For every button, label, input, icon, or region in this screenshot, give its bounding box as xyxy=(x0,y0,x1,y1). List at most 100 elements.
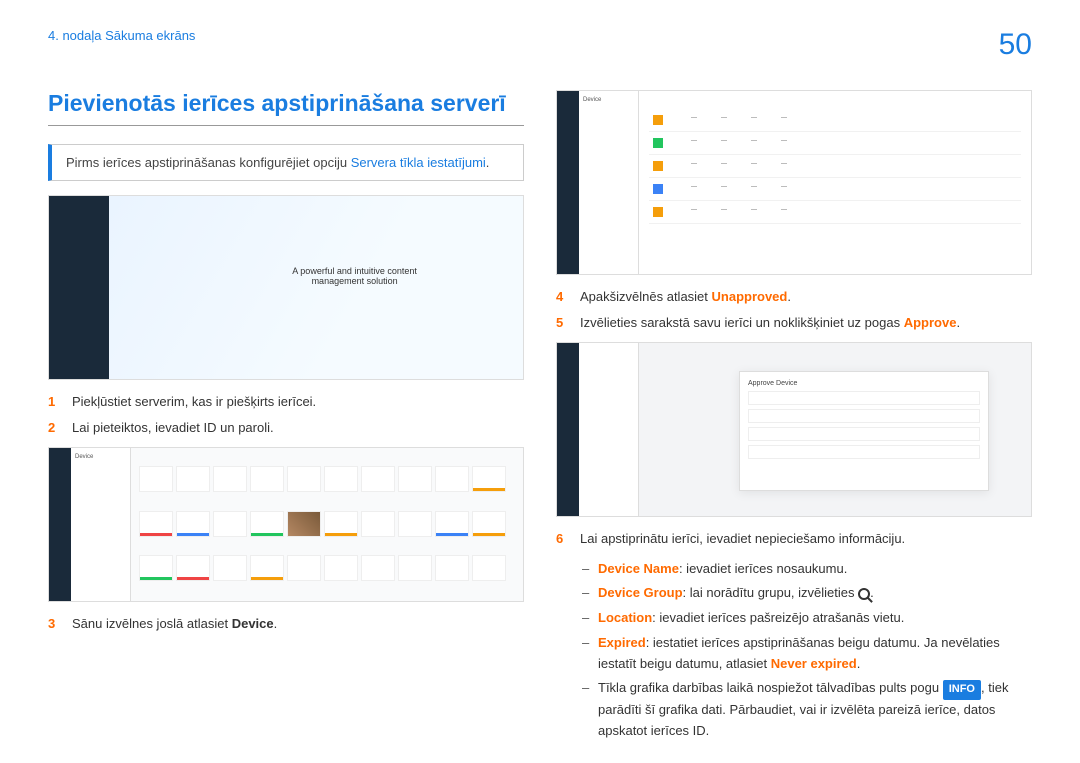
grid-thumb xyxy=(435,555,469,581)
sub-item-location: Location: ievadiet ierīces pašreizējo at… xyxy=(582,608,1032,629)
grid-thumb xyxy=(398,555,432,581)
sub-item-expired: Expired: iestatiet ierīces apstiprināšan… xyxy=(582,633,1032,675)
sub-label: Device Name xyxy=(598,561,679,576)
list-row: ———— xyxy=(649,201,1021,224)
sub-text: : ievadiet ierīces nosaukumu. xyxy=(679,561,847,576)
grid-thumb xyxy=(324,466,358,492)
grid-thumb xyxy=(139,511,173,537)
steps-list-4: 6 Lai apstiprinātu ierīci, ievadiet nepi… xyxy=(556,529,1032,549)
list-row: ———— xyxy=(649,178,1021,201)
modal-field xyxy=(748,409,980,423)
screenshot-modal-nav xyxy=(557,343,579,516)
modal-field xyxy=(748,391,980,405)
step-text: Piekļūstiet serverim, kas ir piešķirts i… xyxy=(72,392,316,412)
step-num: 6 xyxy=(556,529,570,549)
grid-thumb xyxy=(213,555,247,581)
screenshot-login-sidebar xyxy=(49,196,109,379)
steps-list-2: 3 Sānu izvēlnes joslā atlasiet Device. xyxy=(48,614,524,634)
grid-thumb xyxy=(213,466,247,492)
magnifier-icon xyxy=(858,588,870,600)
step-text-post: . xyxy=(274,616,278,631)
step-text: Lai pieteiktos, ievadiet ID un paroli. xyxy=(72,418,274,438)
panel-title: Device xyxy=(583,97,634,103)
screenshot-login-main xyxy=(109,196,523,379)
grid-thumb xyxy=(176,511,210,537)
grid-thumb xyxy=(250,555,284,581)
list-row: ———— xyxy=(649,132,1021,155)
section-title: Pievienotās ierīces apstiprināšana serve… xyxy=(48,90,524,117)
screenshot-grid-panel: Device xyxy=(71,448,131,601)
sub-item-device-group: Device Group: lai norādītu grupu, izvēli… xyxy=(582,583,1032,604)
steps-list-3: 4 Apakšizvēlnēs atlasiet Unapproved. 5 I… xyxy=(556,287,1032,332)
grid-thumb xyxy=(287,555,321,581)
step-text-post: . xyxy=(787,289,791,304)
step-highlight: Approve xyxy=(904,315,957,330)
screenshot-approve-modal: Approve Device xyxy=(556,342,1032,517)
step-text: Izvēlieties sarakstā savu ierīci un nokl… xyxy=(580,313,960,333)
step-text-pre: Apakšizvēlnēs atlasiet xyxy=(580,289,712,304)
grid-thumb xyxy=(324,555,358,581)
grid-thumb xyxy=(472,511,506,537)
screenshot-grid-nav xyxy=(49,448,71,601)
approve-modal: Approve Device xyxy=(739,371,989,491)
sub-text: : ievadiet ierīces pašreizējo atrašanās … xyxy=(652,610,904,625)
sub-label: Expired xyxy=(598,635,646,650)
left-column: Pievienotās ierīces apstiprināšana serve… xyxy=(48,90,524,746)
grid-thumb xyxy=(287,466,321,492)
sub-text-pre: Tīkla grafika darbības laikā nospiežot t… xyxy=(598,680,943,695)
content-columns: Pievienotās ierīces apstiprināšana serve… xyxy=(48,90,1032,746)
grid-thumb xyxy=(176,466,210,492)
note-link[interactable]: Servera tīkla iestatījumi xyxy=(351,155,486,170)
sub-highlight: Never expired xyxy=(771,656,857,671)
step-2: 2 Lai pieteiktos, ievadiet ID un paroli. xyxy=(48,418,524,438)
grid-thumb xyxy=(361,511,395,537)
grid-thumb xyxy=(324,511,358,537)
breadcrumb: 4. nodaļa Sākuma ekrāns xyxy=(48,28,195,43)
modal-field xyxy=(748,427,980,441)
step-text: Sānu izvēlnes joslā atlasiet Device. xyxy=(72,614,277,634)
grid-thumb xyxy=(472,555,506,581)
screenshot-grid-main xyxy=(131,448,523,601)
list-row: ———— xyxy=(649,109,1021,132)
screenshot-device-grid: Device xyxy=(48,447,524,602)
step-text: Lai apstiprinātu ierīci, ievadiet nepiec… xyxy=(580,529,905,549)
sub-item-device-name: Device Name: ievadiet ierīces nosaukumu. xyxy=(582,559,1032,580)
steps-list-1: 1 Piekļūstiet serverim, kas ir piešķirts… xyxy=(48,392,524,437)
page-header: 4. nodaļa Sākuma ekrāns 50 xyxy=(48,28,1032,62)
sub-item-info: Tīkla grafika darbības laikā nospiežot t… xyxy=(582,678,1032,741)
step-num: 4 xyxy=(556,287,570,307)
screenshot-list-nav xyxy=(557,91,579,274)
step-num: 3 xyxy=(48,614,62,634)
note-suffix: . xyxy=(486,155,490,170)
grid-thumb xyxy=(398,511,432,537)
modal-title: Approve Device xyxy=(748,380,980,387)
note-prefix: Pirms ierīces apstiprināšanas konfigurēj… xyxy=(66,155,351,170)
note-box: Pirms ierīces apstiprināšanas konfigurēj… xyxy=(48,144,524,181)
grid-thumb xyxy=(398,466,432,492)
screenshot-login xyxy=(48,195,524,380)
step-text-pre: Sānu izvēlnes joslā atlasiet xyxy=(72,616,232,631)
screenshot-modal-main: Approve Device xyxy=(639,343,1031,516)
grid-thumb xyxy=(361,555,395,581)
step-text-pre: Izvēlieties sarakstā savu ierīci un nokl… xyxy=(580,315,904,330)
step-num: 1 xyxy=(48,392,62,412)
step-num: 5 xyxy=(556,313,570,333)
sub-list: Device Name: ievadiet ierīces nosaukumu.… xyxy=(582,559,1032,742)
page-number: 50 xyxy=(999,28,1032,62)
screenshot-list-panel: Device xyxy=(579,91,639,274)
step-1: 1 Piekļūstiet serverim, kas ir piešķirts… xyxy=(48,392,524,412)
sub-label: Device Group xyxy=(598,585,683,600)
sub-text-post: . xyxy=(857,656,861,671)
list-row: ———— xyxy=(649,155,1021,178)
panel-title: Device xyxy=(75,454,126,460)
step-text-post: . xyxy=(956,315,960,330)
sub-text: : lai norādītu grupu, izvēlieties xyxy=(683,585,859,600)
modal-field xyxy=(748,445,980,459)
info-pill: INFO xyxy=(943,680,981,700)
grid-thumb xyxy=(435,466,469,492)
grid-thumb xyxy=(139,555,173,581)
step-highlight: Unapproved xyxy=(712,289,788,304)
step-text: Apakšizvēlnēs atlasiet Unapproved. xyxy=(580,287,791,307)
step-5: 5 Izvēlieties sarakstā savu ierīci un no… xyxy=(556,313,1032,333)
screenshot-list-main: ———— ———— ———— ———— ———— xyxy=(639,91,1031,274)
